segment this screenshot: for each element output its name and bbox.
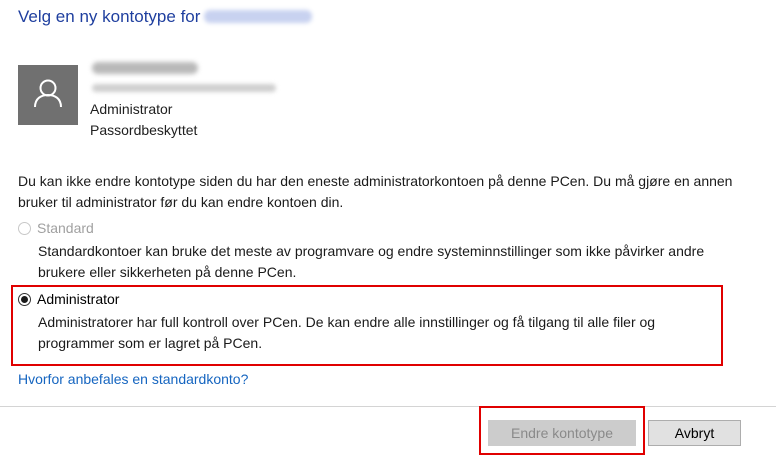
why-standard-account-link[interactable]: Hvorfor anbefales en standardkonto? bbox=[18, 371, 248, 387]
blurred-account-name bbox=[92, 62, 198, 74]
dialog-title: Velg en ny kontotype for bbox=[18, 7, 313, 27]
change-account-type-dialog: Velg en ny kontotype for Administrator P… bbox=[0, 0, 776, 467]
blurred-user-name bbox=[204, 10, 313, 23]
password-status-label: Passordbeskyttet bbox=[90, 122, 198, 138]
dialog-title-text: Velg en ny kontotype for bbox=[18, 7, 201, 26]
footer-divider bbox=[0, 406, 776, 407]
radio-standard-circle bbox=[18, 221, 31, 235]
administrator-highlight-box bbox=[11, 285, 723, 366]
standard-description: Standardkontoer kan bruke det meste av p… bbox=[38, 243, 705, 280]
change-button-highlight-box bbox=[479, 406, 645, 455]
account-type-label: Administrator bbox=[90, 101, 173, 117]
radio-standard-label: Standard bbox=[37, 220, 94, 236]
blurred-account-email bbox=[92, 84, 276, 92]
radio-option-standard: Standard bbox=[18, 220, 94, 236]
user-icon bbox=[34, 79, 62, 108]
cancel-button[interactable]: Avbryt bbox=[648, 420, 741, 446]
avatar bbox=[18, 65, 78, 125]
only-admin-notice: Du kan ikke endre kontotype siden du har… bbox=[18, 173, 733, 210]
